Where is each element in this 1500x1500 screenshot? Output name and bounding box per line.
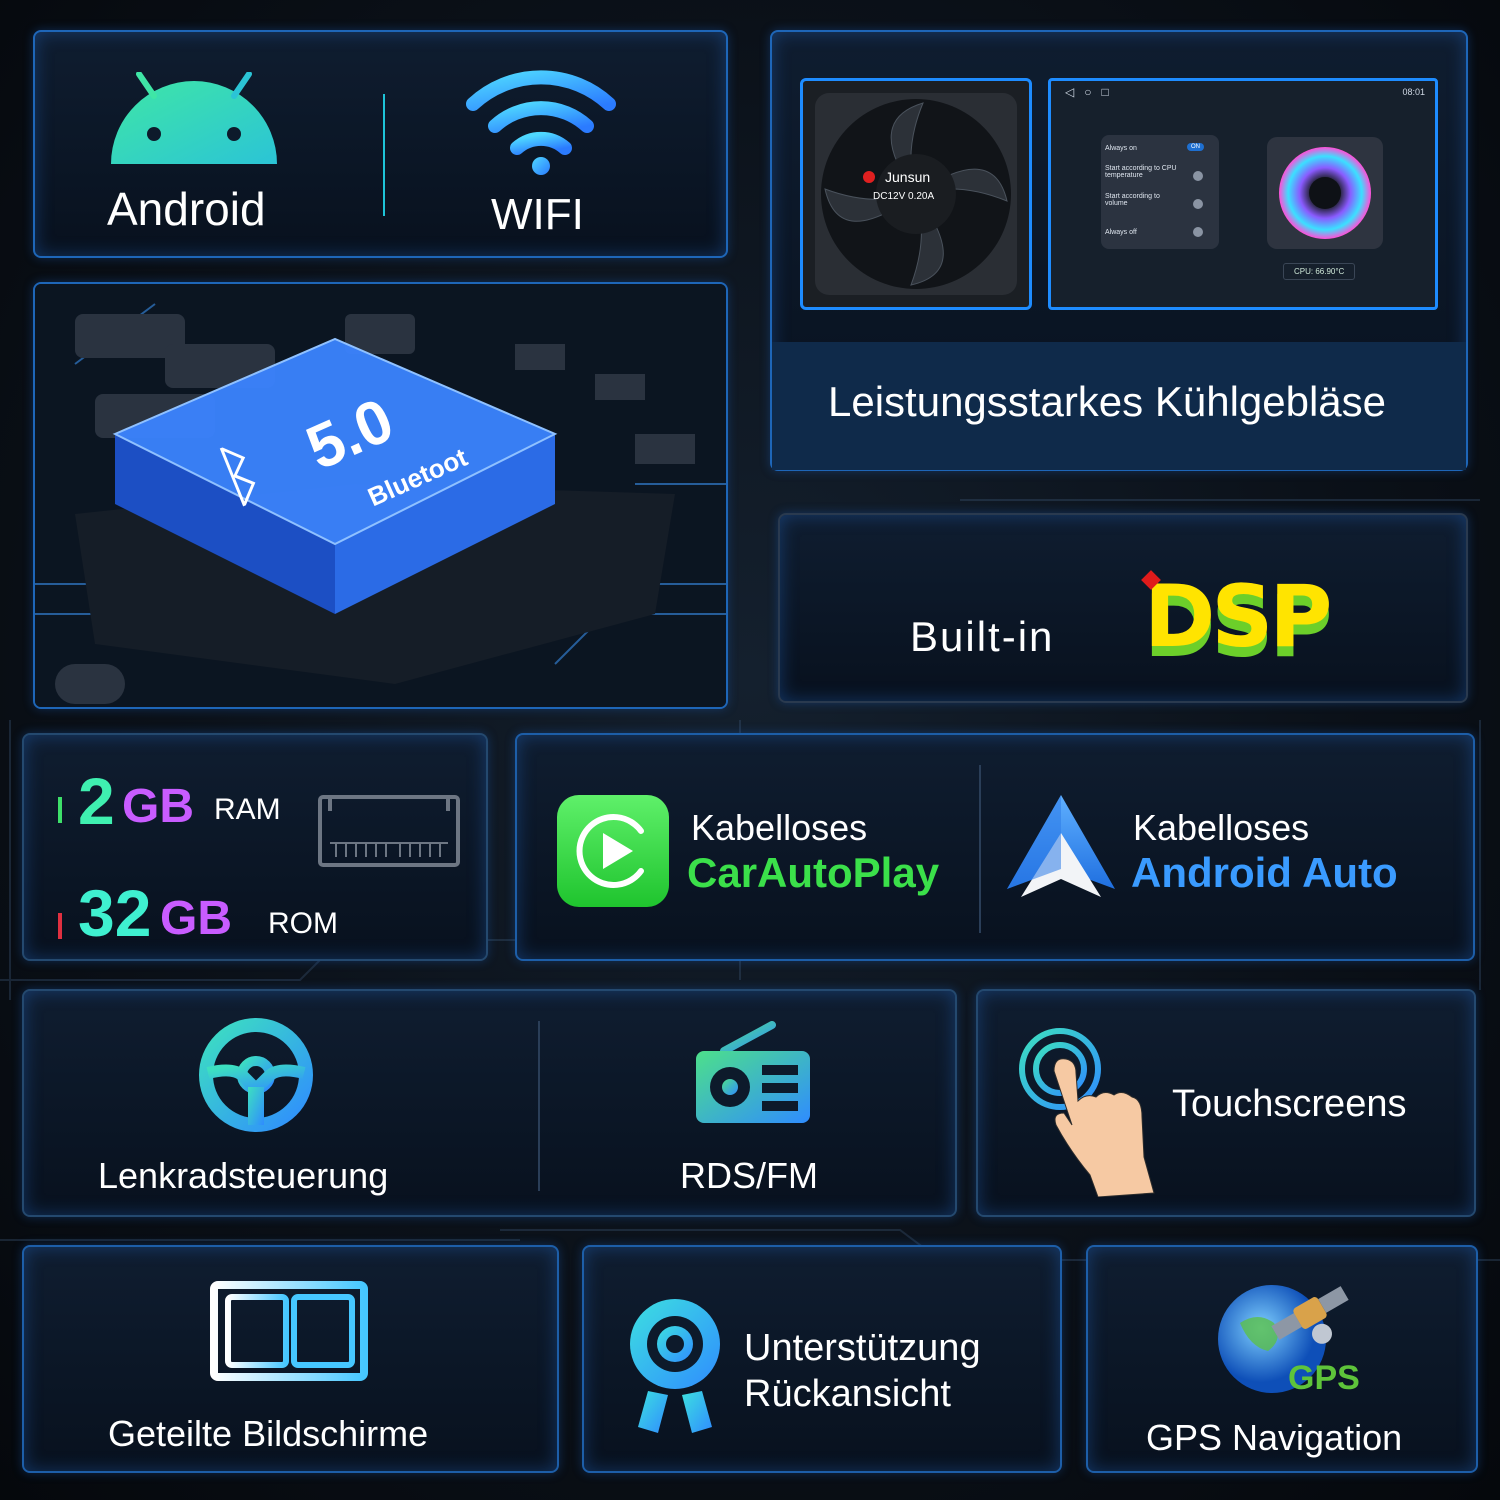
android-icon <box>111 72 277 164</box>
bluetooth-panel: ᛒ 5.0 Bluetoot <box>33 282 728 709</box>
screen-time: 08:01 <box>1402 87 1425 97</box>
memory-panel: 2 GB RAM 32 GB ROM <box>22 733 488 961</box>
android-wifi-panel: Android WIFI <box>33 30 728 258</box>
rom-bar <box>58 913 62 939</box>
steering-wheel-icon <box>199 1018 313 1132</box>
fan-brand: Junsun <box>885 169 931 185</box>
wifi-label: WIFI <box>491 190 584 239</box>
top-divider <box>383 94 385 216</box>
rgb-fan-icon <box>1267 137 1383 249</box>
androidauto-line2: Android Auto <box>1131 849 1398 896</box>
toggle-off-1[interactable] <box>1193 171 1203 181</box>
dsp-logo: DSP <box>1144 567 1332 667</box>
cpu-readout: CPU: 66.90°C <box>1283 263 1356 280</box>
camera-line1: Unterstützung <box>744 1327 981 1369</box>
screen-nav-icons: ◁ ○ □ <box>1065 85 1109 99</box>
toggle-off-3[interactable] <box>1193 227 1203 237</box>
option-always-off[interactable]: Always off <box>1105 229 1137 236</box>
fan-photo: Junsun DC12V 0.20A <box>800 78 1032 310</box>
toggle-off-2[interactable] <box>1193 199 1203 209</box>
touch-hand-icon <box>1019 1028 1155 1197</box>
dsp-prefix: Built-in <box>910 613 1055 660</box>
rom-label: ROM <box>268 907 338 940</box>
dsp-panel: Built-in DSP <box>778 513 1468 703</box>
fan-label: Leistungsstarkes Kühlgebläse <box>828 378 1387 425</box>
gps-label: GPS Navigation <box>1146 1417 1403 1458</box>
wifi-icon <box>466 70 616 175</box>
fan-panel: Junsun DC12V 0.20A ◁ ○ □ 08:01 Always on… <box>770 30 1468 471</box>
ram-chip-icon <box>318 795 460 867</box>
option-cpu-temp[interactable]: Start according to CPU temperature <box>1105 165 1183 179</box>
fan-options-card: Always on Start according to CPU tempera… <box>1101 135 1219 249</box>
ram-label: RAM <box>214 793 281 826</box>
androidauto-line1: Kabelloses <box>1133 807 1310 848</box>
steering-label: Lenkradsteuerung <box>98 1155 389 1196</box>
split-label: Geteilte Bildschirme <box>108 1413 429 1454</box>
touch-panel: Touchscreens <box>976 989 1476 1217</box>
steering-divider <box>538 1021 540 1191</box>
radio-label: RDS/FM <box>680 1155 818 1196</box>
radio-icon <box>696 1021 810 1123</box>
steering-radio-panel: Lenkradsteuerung RDS/FM <box>22 989 957 1217</box>
split-panel: Geteilte Bildschirme <box>22 1245 559 1473</box>
settings-screen: ◁ ○ □ 08:01 Always on Start according to… <box>1048 78 1438 310</box>
rom-unit: GB <box>160 892 232 945</box>
android-label: Android <box>107 183 266 235</box>
wireless-panel: Kabelloses CarAutoPlay Kabelloses Androi… <box>515 733 1475 961</box>
touch-label: Touchscreens <box>1172 1083 1407 1125</box>
carplay-icon <box>557 795 669 907</box>
option-volume[interactable]: Start according to volume <box>1105 193 1175 207</box>
camera-panel: Unterstützung Rückansicht <box>582 1245 1062 1473</box>
carplay-line1: Kabelloses <box>691 807 868 848</box>
fan-spec: DC12V 0.20A <box>873 191 935 202</box>
camera-icon <box>630 1299 720 1433</box>
android-auto-icon <box>1007 795 1115 897</box>
ram-bar <box>58 797 62 823</box>
carplay-line2: CarAutoPlay <box>687 849 940 896</box>
gps-badge: GPS <box>1288 1359 1360 1397</box>
wireless-divider <box>979 765 981 933</box>
ram-value: 2 <box>78 764 115 838</box>
toggle-on[interactable]: ON <box>1187 143 1204 151</box>
rom-value: 32 <box>78 876 152 950</box>
camera-line2: Rückansicht <box>744 1373 951 1415</box>
option-always-on[interactable]: Always on <box>1105 145 1137 152</box>
gps-panel: GPS GPS Navigation <box>1086 1245 1478 1473</box>
ram-unit: GB <box>122 780 194 833</box>
split-screen-icon <box>210 1281 368 1381</box>
